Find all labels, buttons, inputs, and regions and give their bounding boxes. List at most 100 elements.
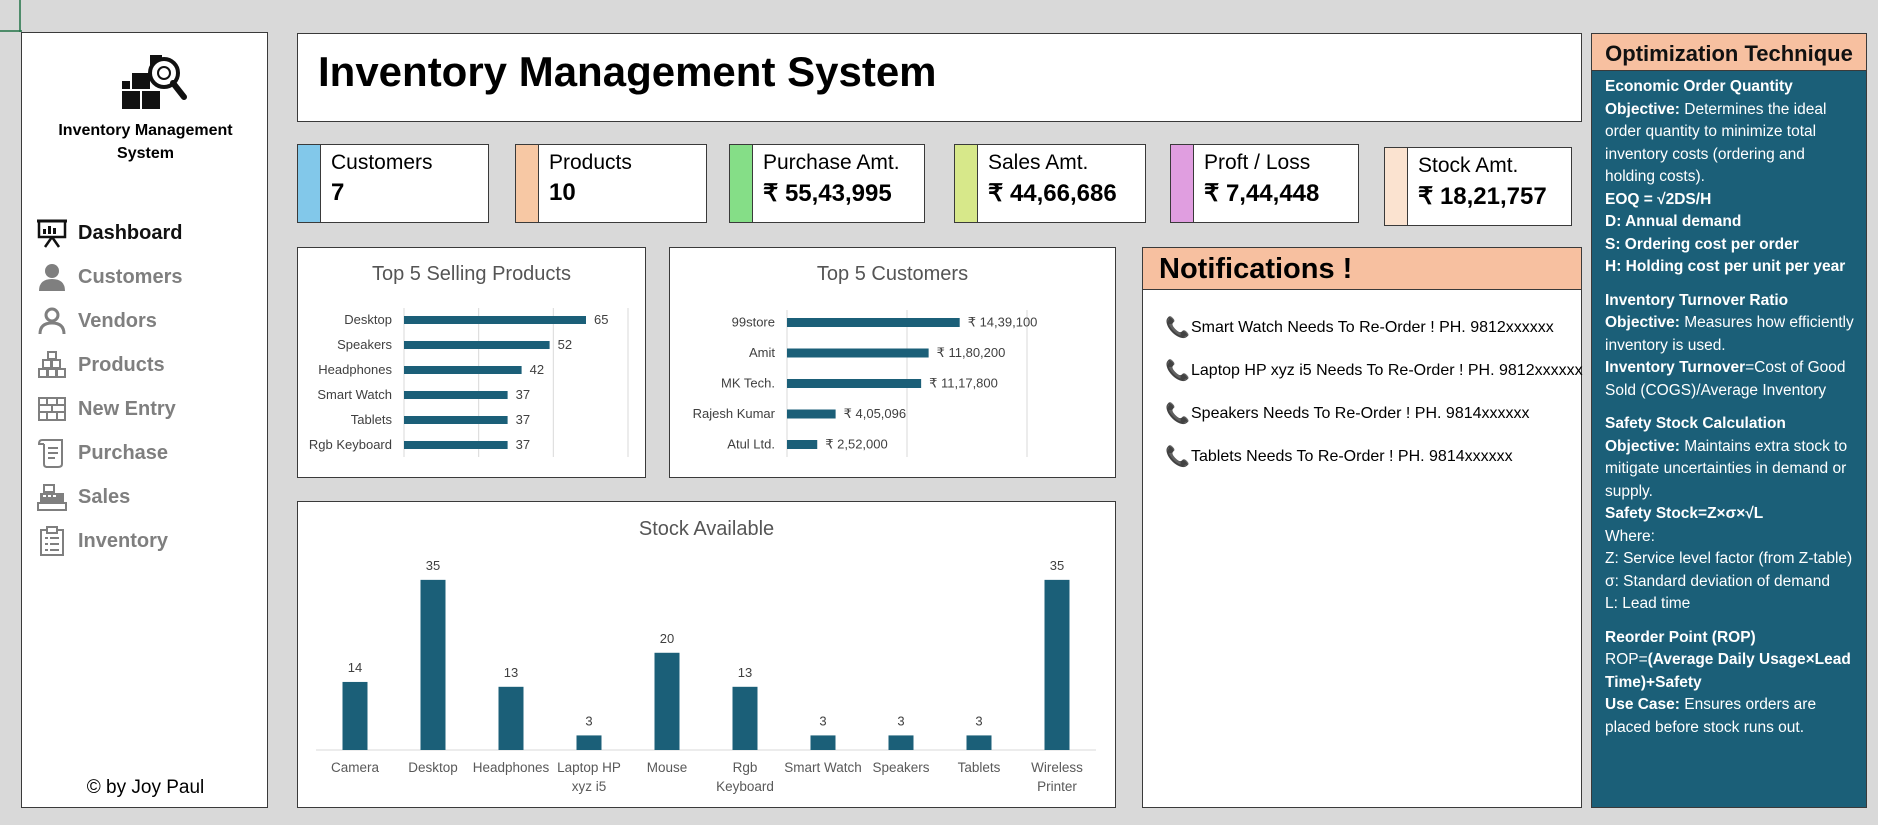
kpi-card-sales-amount[interactable]: Sales Amt. ₹ 44,66,686	[954, 144, 1146, 223]
kpi-card-stock-amount[interactable]: Stock Amt. ₹ 18,21,757	[1384, 147, 1572, 226]
category-label: Headphones	[318, 362, 392, 377]
kpi-value: ₹ 7,44,448	[1204, 180, 1320, 207]
notification-item[interactable]: 📞 Laptop HP xyz i5 Needs To Re-Order ! P…	[1165, 349, 1583, 392]
person-icon	[36, 261, 68, 293]
sidebar-item-sales[interactable]: Sales	[36, 475, 261, 519]
receipt-icon	[36, 437, 68, 469]
sidebar-item-dashboard[interactable]: Dashboard	[36, 211, 261, 255]
kpi-color-strip	[516, 145, 539, 222]
sidebar-item-new-entry[interactable]: New Entry	[36, 387, 261, 431]
data-label: 3	[819, 713, 826, 728]
sidebar-item-products[interactable]: Products	[36, 343, 261, 387]
kpi-value: 10	[549, 179, 576, 206]
cell-selection-marker	[0, 0, 22, 32]
sidebar-item-label: Inventory	[78, 529, 169, 552]
bar	[888, 735, 914, 750]
bar	[404, 316, 586, 324]
safety-stock-section: Safety Stock Calculation Objective: Main…	[1605, 413, 1856, 616]
brick-wall-icon	[36, 393, 68, 425]
category-label: Speakers	[872, 760, 929, 775]
formula-text: EOQ = √2DS/H	[1605, 190, 1712, 208]
bar	[404, 391, 508, 399]
bar	[654, 652, 680, 750]
notifications-title: Notifications !	[1143, 248, 1581, 290]
bar	[498, 686, 524, 750]
category-label: Desktop	[344, 312, 392, 327]
section-heading: Reorder Point (ROP)	[1605, 628, 1756, 646]
data-label: 35	[426, 558, 440, 573]
notification-text: Smart Watch Needs To Re-Order ! PH. 9812…	[1191, 318, 1554, 336]
formula-text: Safety Stock=Z×σ×√L	[1605, 505, 1764, 522]
optimization-title: Optimization Technique	[1592, 34, 1866, 71]
usecase-label: Use Case:	[1605, 696, 1680, 713]
category-label: Amit	[749, 345, 775, 360]
data-label: 65	[594, 312, 608, 327]
bar	[787, 379, 922, 388]
kpi-value: 7	[331, 179, 345, 206]
chart-top-customers: Top 5 Customers 99store ₹ 14,39,100 Amit ₹ …	[669, 247, 1116, 478]
bar	[732, 686, 758, 750]
bar	[576, 735, 602, 750]
optimization-panel: Optimization Technique Economic Order Qu…	[1591, 33, 1867, 808]
sidebar-item-customers[interactable]: Customers	[36, 255, 261, 299]
variable-text: L: Lead time	[1605, 595, 1691, 612]
data-label: 3	[975, 713, 982, 728]
kpi-label: Purchase Amt.	[763, 151, 900, 174]
category-label: Rgb Keyboard	[309, 437, 392, 452]
kpi-color-strip	[1171, 145, 1194, 222]
kpi-card-purchase-amount[interactable]: Purchase Amt. ₹ 55,43,995	[729, 144, 925, 223]
sidebar-item-purchase[interactable]: Purchase	[36, 431, 261, 475]
category-label: Headphones	[473, 760, 550, 775]
category-label: Smart Watch	[317, 387, 392, 402]
variable-text: Z: Service level factor (from Z-table)	[1605, 550, 1853, 567]
data-label: ₹ 14,39,100	[968, 315, 1038, 330]
bar	[787, 440, 818, 449]
bar	[966, 735, 992, 750]
kpi-card-customers[interactable]: Customers 7	[297, 144, 489, 223]
top-selling-products-plot: Desktop 65 Speakers 52 Headphones 42 Smart Wat…	[309, 308, 629, 457]
bar	[810, 735, 836, 750]
objective-label: Objective:	[1605, 100, 1680, 118]
bar	[404, 441, 508, 449]
bar	[787, 318, 960, 327]
sidebar-nav: Dashboard Customers Vendors Products New…	[36, 211, 261, 563]
notification-item[interactable]: 📞 Speakers Needs To Re-Order ! PH. 9814x…	[1165, 392, 1583, 435]
notification-item[interactable]: 📞 Tablets Needs To Re-Order ! PH. 9814xx…	[1165, 435, 1583, 478]
sidebar-item-inventory[interactable]: Inventory	[36, 519, 261, 563]
notification-text: Laptop HP xyz i5 Needs To Re-Order ! PH.…	[1191, 361, 1583, 379]
data-label: 35	[1050, 558, 1064, 573]
kpi-color-strip	[955, 145, 978, 222]
sidebar-item-label: Sales	[78, 485, 131, 508]
sidebar-item-vendors[interactable]: Vendors	[36, 299, 261, 343]
data-label: ₹ 2,52,000	[825, 437, 888, 452]
sidebar-item-label: Purchase	[78, 441, 169, 464]
notification-text: Speakers Needs To Re-Order ! PH. 9814xxx…	[1191, 404, 1530, 422]
brand-name: Inventory Management System	[58, 122, 233, 162]
kpi-value: ₹ 55,43,995	[763, 180, 892, 207]
cash-register-icon	[36, 481, 68, 513]
notification-item[interactable]: 📞 Smart Watch Needs To Re-Order ! PH. 98…	[1165, 306, 1583, 349]
section-heading: Economic Order Quantity	[1605, 78, 1793, 95]
objective-label: Objective:	[1605, 314, 1680, 331]
category-label: Rajesh Kumar	[693, 406, 776, 421]
clipboard-icon	[36, 525, 68, 557]
category-label: Speakers	[337, 337, 392, 352]
category-label: Rgb Keyboard	[716, 760, 774, 794]
category-label: Camera	[331, 760, 380, 775]
section-heading: Inventory Turnover Ratio	[1605, 291, 1789, 309]
kpi-color-strip	[1385, 148, 1408, 225]
eoq-section: Economic Order Quantity Objective: Deter…	[1605, 76, 1856, 279]
kpi-label: Customers	[331, 151, 433, 174]
kpi-value: ₹ 18,21,757	[1418, 183, 1547, 210]
data-label: ₹ 4,05,096	[844, 406, 907, 421]
kpi-card-products[interactable]: Products 10	[515, 144, 707, 223]
kpi-color-strip	[298, 145, 321, 222]
kpi-card-profit-loss[interactable]: Proft / Loss ₹ 7,44,448	[1170, 144, 1359, 223]
category-label: Wireless Printer	[1031, 760, 1083, 794]
formula-label: Inventory Turnover	[1605, 359, 1746, 376]
category-label: MK Tech.	[721, 376, 775, 391]
chart-top-selling-products: Top 5 Selling Products Desktop 65 Speakers…	[297, 247, 646, 478]
kpi-label: Products	[549, 151, 632, 174]
variable-text: σ: Standard deviation of demand	[1605, 572, 1830, 590]
phone-icon: 📞	[1165, 403, 1190, 425]
